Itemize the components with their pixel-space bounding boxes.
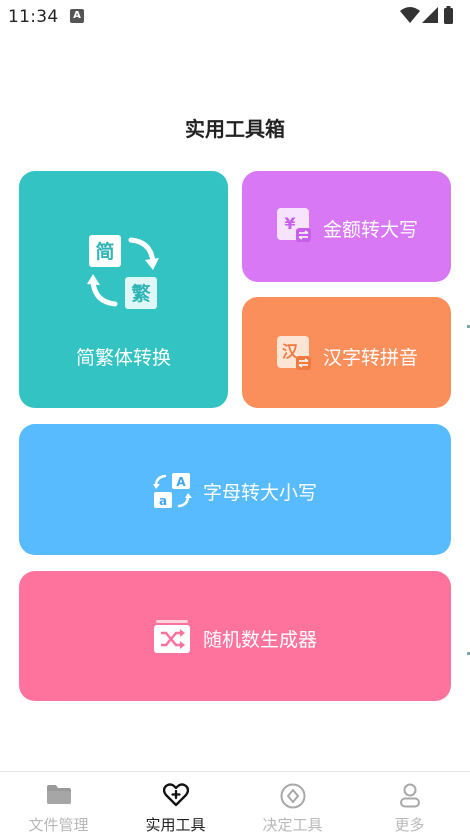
status-icons [400, 6, 453, 24]
tab-label: 文件管理 [28, 816, 89, 834]
status-bar: 11:34 A [0, 0, 470, 34]
tab-label: 更多 [394, 816, 425, 834]
status-time: 11:34 [8, 7, 59, 27]
yen-icon: ¥ [277, 208, 311, 242]
wifi-icon [400, 7, 420, 23]
heart-plus-icon [162, 783, 189, 807]
random-card[interactable]: 随机数生成器 [19, 571, 451, 701]
signal-icon [422, 7, 438, 23]
folder-icon [46, 785, 71, 804]
pinyin-label: 汉字转拼音 [323, 347, 419, 369]
pinyin-card[interactable]: 汉 汉字转拼音 [242, 297, 451, 408]
compass-icon [280, 783, 305, 809]
tab-tools[interactable]: 实用工具 [117, 772, 234, 835]
convert-card[interactable]: 简 繁 简繁体转换 [19, 171, 228, 408]
bottom-tab-bar: 文件管理 实用工具 决定工具 更多 [0, 771, 470, 835]
yen-glyph: ¥ [284, 214, 295, 233]
battery-icon [444, 8, 453, 24]
tab-label: 决定工具 [262, 816, 323, 834]
tab-label: 实用工具 [145, 816, 206, 834]
tab-decision[interactable]: 决定工具 [234, 772, 351, 835]
case-label: 字母转大小写 [203, 482, 318, 504]
convert-label: 简繁体转换 [75, 347, 171, 369]
shuffle-icon [154, 620, 190, 653]
case-card[interactable]: A a 字母转大小写 [19, 424, 451, 555]
convert-icon-simplified: 简 [95, 240, 114, 263]
convert-icon: 简 繁 [87, 235, 159, 309]
tab-more[interactable]: 更多 [351, 772, 468, 835]
tab-file-manager[interactable]: 文件管理 [0, 772, 117, 835]
letter-case-icon: A a [153, 473, 192, 508]
case-upper-glyph: A [176, 475, 186, 489]
random-label: 随机数生成器 [203, 629, 318, 651]
page-title: 实用工具箱 [185, 117, 285, 141]
person-icon [399, 783, 420, 808]
money-card[interactable]: ¥ 金额转大写 [242, 171, 451, 282]
convert-icon-traditional: 繁 [131, 282, 151, 305]
han-icon: 汉 [277, 336, 311, 370]
case-lower-glyph: a [159, 494, 167, 508]
a-icon: A [70, 9, 84, 23]
money-label: 金额转大写 [323, 219, 419, 241]
